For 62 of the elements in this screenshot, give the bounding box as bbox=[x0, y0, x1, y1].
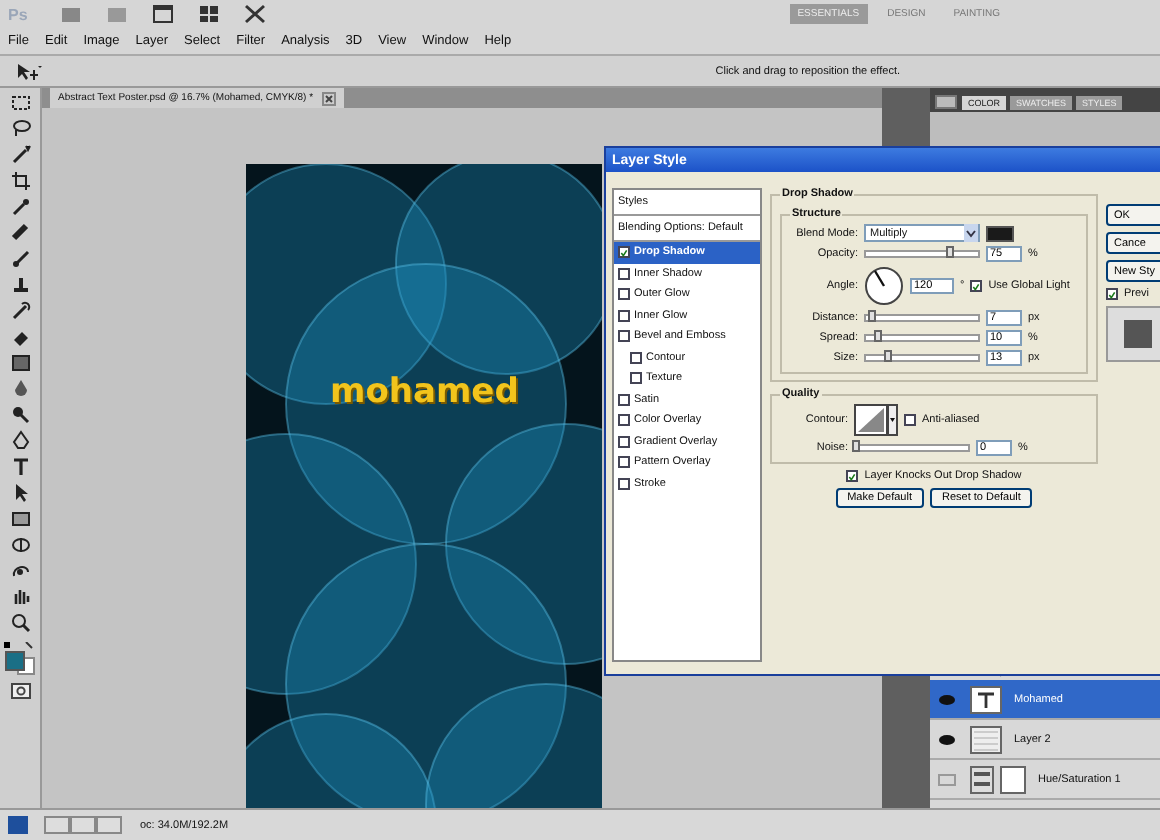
slider-thumb[interactable] bbox=[867, 310, 876, 322]
checkbox[interactable] bbox=[618, 435, 630, 448]
pen-icon[interactable] bbox=[9, 430, 31, 452]
slider-thumb[interactable] bbox=[873, 330, 882, 342]
checkmark-icon bbox=[1108, 289, 1116, 299]
text-layer-icon bbox=[970, 685, 1002, 713]
dodge-icon[interactable] bbox=[9, 404, 31, 426]
window-icon[interactable] bbox=[151, 4, 174, 24]
slider-thumb[interactable] bbox=[946, 246, 954, 258]
slider-track[interactable] bbox=[854, 444, 970, 452]
lasso-icon[interactable] bbox=[9, 118, 31, 140]
drop-icon[interactable] bbox=[9, 378, 31, 400]
slider-track[interactable] bbox=[864, 354, 980, 362]
checkbox[interactable] bbox=[618, 267, 630, 280]
slider-track[interactable] bbox=[864, 250, 980, 258]
checkbox[interactable] bbox=[904, 414, 916, 426]
zoom-icon[interactable] bbox=[9, 612, 31, 634]
move-tool-icon[interactable] bbox=[16, 61, 44, 81]
grid-layout-icon[interactable] bbox=[197, 4, 220, 24]
dropdown-arrow-icon[interactable] bbox=[964, 224, 978, 242]
checkbox[interactable] bbox=[618, 246, 630, 259]
preview-square bbox=[1124, 320, 1152, 348]
shadow-color-swatch[interactable] bbox=[986, 225, 1014, 241]
wand-icon[interactable] bbox=[9, 144, 31, 166]
checkbox[interactable] bbox=[970, 280, 983, 292]
poster-title: mohamed bbox=[330, 372, 519, 412]
contour-picker-icon[interactable] bbox=[854, 404, 898, 436]
slider-thumb[interactable] bbox=[852, 440, 860, 452]
layer-thumbnail bbox=[970, 725, 1002, 753]
marquee-icon[interactable] bbox=[9, 92, 31, 114]
brush-icon[interactable] bbox=[9, 248, 31, 270]
type-tool-icon[interactable] bbox=[9, 456, 31, 478]
app-logo: Ps bbox=[8, 5, 28, 23]
quick-mask-icon[interactable] bbox=[9, 682, 31, 700]
rectangle-icon[interactable] bbox=[9, 508, 31, 530]
color-swatches-icon[interactable] bbox=[4, 642, 36, 678]
checkbox[interactable] bbox=[618, 288, 630, 301]
checkbox[interactable] bbox=[618, 309, 630, 322]
checkmark-icon bbox=[972, 281, 981, 291]
checkbox[interactable] bbox=[618, 330, 630, 343]
checkmark-icon bbox=[620, 247, 628, 258]
checkbox[interactable] bbox=[618, 477, 630, 490]
checkbox[interactable] bbox=[630, 372, 642, 385]
checkmark-icon bbox=[848, 471, 857, 481]
checkbox[interactable] bbox=[630, 351, 642, 364]
checkbox[interactable] bbox=[618, 456, 630, 469]
crop-icon[interactable] bbox=[9, 170, 31, 192]
eyedropper-icon[interactable] bbox=[9, 196, 31, 218]
angle-dial-icon[interactable] bbox=[864, 266, 904, 306]
slider-track[interactable] bbox=[864, 314, 980, 322]
adjustment-thumbnail bbox=[970, 765, 1026, 793]
close-icon[interactable] bbox=[321, 91, 336, 105]
checkbox[interactable] bbox=[618, 393, 630, 406]
slider-thumb[interactable] bbox=[884, 350, 893, 362]
checkbox[interactable] bbox=[1106, 288, 1118, 300]
checkbox[interactable] bbox=[846, 470, 859, 482]
stamp-icon[interactable] bbox=[9, 274, 31, 296]
slider-track[interactable] bbox=[864, 334, 980, 342]
view-buttons-icon[interactable] bbox=[44, 816, 124, 834]
eye-icon[interactable] bbox=[938, 733, 956, 745]
panel-icon[interactable] bbox=[934, 94, 958, 110]
checkbox[interactable] bbox=[618, 414, 630, 427]
